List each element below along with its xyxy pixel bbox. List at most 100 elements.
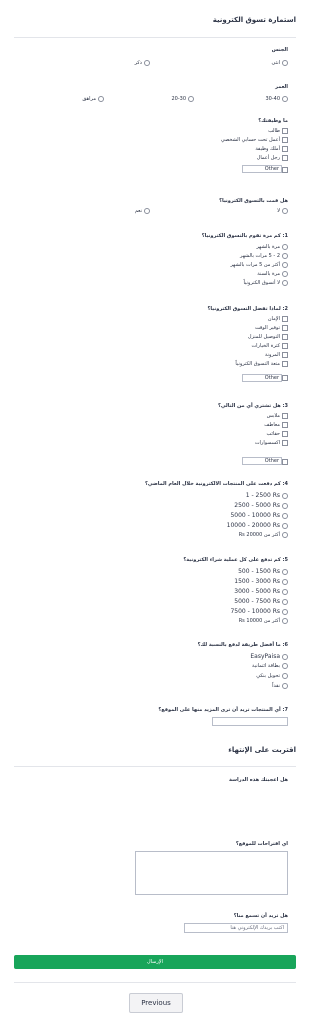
q4-option-4[interactable]: 10000 - 20000 Rs xyxy=(227,522,288,529)
q4-option-1[interactable]: 1 - 2500 Rs xyxy=(246,492,288,499)
checkbox-icon[interactable] xyxy=(282,146,288,152)
radio-icon[interactable] xyxy=(282,598,288,605)
job-other-input[interactable]: Other xyxy=(242,165,282,173)
radio-icon[interactable] xyxy=(282,280,288,286)
q6-question: 6: ما أفضل طريقة لدفع بالنسبة لك؟ xyxy=(197,642,288,648)
q5-option-4[interactable]: 5000 - 7500 Rs xyxy=(234,598,288,605)
radio-icon[interactable] xyxy=(282,522,288,529)
radio-icon[interactable] xyxy=(282,96,288,102)
q5-option-6[interactable]: أكثر من 10000 Rs xyxy=(239,618,288,624)
form-page: استمارة تسوق الكترونية الجنس انثى ذكر ال… xyxy=(0,0,310,1023)
q5-option-3[interactable]: 3000 - 5000 Rs xyxy=(234,588,288,595)
q6-option-easypaisa[interactable]: EasyPaisa xyxy=(250,653,288,660)
checkbox-icon[interactable] xyxy=(282,128,288,134)
suggestions-textarea[interactable] xyxy=(135,851,288,895)
checkbox-icon[interactable] xyxy=(282,422,288,428)
job-option-student[interactable]: طالب xyxy=(268,128,288,134)
radio-icon[interactable] xyxy=(282,208,288,214)
radio-icon[interactable] xyxy=(282,568,288,575)
radio-icon[interactable] xyxy=(282,588,288,595)
radio-icon[interactable] xyxy=(98,96,104,102)
radio-icon[interactable] xyxy=(282,653,288,660)
q5-option-5[interactable]: 7500 - 10000 Rs xyxy=(230,608,288,615)
hear-question: هل تريد أن تسمع منا؟ xyxy=(233,913,288,919)
checkbox-icon[interactable] xyxy=(282,334,288,340)
q1-option-4[interactable]: مرة بالسنة xyxy=(257,271,288,277)
radio-icon[interactable] xyxy=(282,663,288,669)
q4-option-3[interactable]: 5000 - 10000 Rs xyxy=(230,512,288,519)
q1-option-3[interactable]: أكثر من 5 مرات بالشهر xyxy=(230,262,288,268)
radio-icon[interactable] xyxy=(282,673,288,679)
radio-icon[interactable] xyxy=(282,578,288,585)
q6-option-bank-transfer[interactable]: تحويل بنكي xyxy=(256,673,288,679)
radio-icon[interactable] xyxy=(282,532,288,538)
checkbox-icon[interactable] xyxy=(282,137,288,143)
q2-other-input[interactable]: Other xyxy=(242,374,282,382)
checkbox-icon[interactable] xyxy=(282,440,288,446)
q1-option-2[interactable]: 2 - 5 مرات بالشهر xyxy=(240,253,288,259)
radio-icon[interactable] xyxy=(144,60,150,66)
radio-icon[interactable] xyxy=(282,271,288,277)
age-option-30-40[interactable]: 30-40 xyxy=(265,96,288,102)
q3-option-2[interactable]: معاطف xyxy=(264,422,288,428)
checkbox-icon[interactable] xyxy=(282,413,288,419)
radio-icon[interactable] xyxy=(282,502,288,509)
checkbox-icon[interactable] xyxy=(282,352,288,358)
radio-icon[interactable] xyxy=(282,253,288,259)
radio-icon[interactable] xyxy=(282,618,288,624)
radio-icon[interactable] xyxy=(144,208,150,214)
job-option-employed[interactable]: أملك وظيفة xyxy=(255,146,288,152)
q2-option-1[interactable]: الإمان xyxy=(268,316,288,322)
checkbox-icon[interactable] xyxy=(282,431,288,437)
q2-other-checkbox[interactable] xyxy=(282,375,288,381)
q5-option-2[interactable]: 1500 - 3000 Rs xyxy=(234,578,288,585)
q5-option-1[interactable]: 500 - 1500 Rs xyxy=(238,568,288,575)
checkbox-icon[interactable] xyxy=(282,361,288,367)
q3-option-4[interactable]: اكسسوارات xyxy=(255,440,288,446)
submit-button[interactable]: الإرسال xyxy=(14,955,296,969)
checkbox-icon[interactable] xyxy=(282,155,288,161)
radio-icon[interactable] xyxy=(282,492,288,499)
checkbox-icon[interactable] xyxy=(282,343,288,349)
q2-option-2[interactable]: توفير الوقت xyxy=(255,325,288,331)
q6-option-cash[interactable]: نقداً xyxy=(272,683,288,689)
previous-button[interactable]: Previous xyxy=(129,993,183,1013)
q3-option-3[interactable]: حقائب xyxy=(267,431,288,437)
q1-option-1[interactable]: مرة بالشهر xyxy=(256,244,288,250)
age-option-teen[interactable]: مراهق xyxy=(82,96,104,102)
radio-icon[interactable] xyxy=(282,244,288,250)
q7-input[interactable] xyxy=(212,717,288,726)
email-input[interactable]: اكتب بريدك الإلكتروني هنا xyxy=(184,923,288,933)
shopped-option-no[interactable]: لا xyxy=(277,208,288,214)
gender-option-female[interactable]: انثى xyxy=(272,60,288,66)
q7-question: 7: أي المنتجات تريد أن ترى المزيد منها ع… xyxy=(158,707,288,713)
radio-icon[interactable] xyxy=(282,262,288,268)
q3-other-input[interactable]: Other xyxy=(242,457,282,465)
job-option-business[interactable]: رجل أعمال xyxy=(257,155,288,161)
radio-icon[interactable] xyxy=(282,608,288,615)
shopped-option-yes[interactable]: نعم xyxy=(135,208,150,214)
q2-option-3[interactable]: التوصيل للمنزل xyxy=(248,334,288,340)
q3-option-1[interactable]: ملابس xyxy=(267,413,288,419)
gender-option-male[interactable]: ذكر xyxy=(135,60,150,66)
age-option-20-30[interactable]: 20-30 xyxy=(171,96,194,102)
checkbox-icon[interactable] xyxy=(282,316,288,322)
radio-icon[interactable] xyxy=(282,683,288,689)
gender-question: الجنس xyxy=(271,47,288,53)
q2-option-5[interactable]: المرونة xyxy=(265,352,288,358)
q4-option-5[interactable]: أكثر من 20000 Rs xyxy=(239,532,288,538)
q6-option-credit-card[interactable]: بطاقة ائتمانية xyxy=(252,663,288,669)
radio-icon[interactable] xyxy=(188,96,194,102)
job-option-self-employed[interactable]: أعمل تحت حسابي الشخصي xyxy=(221,137,288,143)
age-question: العمر xyxy=(275,84,288,90)
q3-question: 3: هل تشتري أي من التالي؟ xyxy=(217,403,288,409)
radio-icon[interactable] xyxy=(282,512,288,519)
radio-icon[interactable] xyxy=(282,60,288,66)
checkbox-icon[interactable] xyxy=(282,325,288,331)
q1-option-5[interactable]: لا أتسوق الكترونياً xyxy=(243,280,288,286)
q2-option-6[interactable]: متعة التسوق الكترونياً xyxy=(235,361,288,367)
job-other-checkbox[interactable] xyxy=(282,167,288,173)
q2-option-4[interactable]: كثرة الخيارات xyxy=(251,343,288,349)
q3-other-checkbox[interactable] xyxy=(282,459,288,465)
q4-option-2[interactable]: 2500 - 5000 Rs xyxy=(234,502,288,509)
